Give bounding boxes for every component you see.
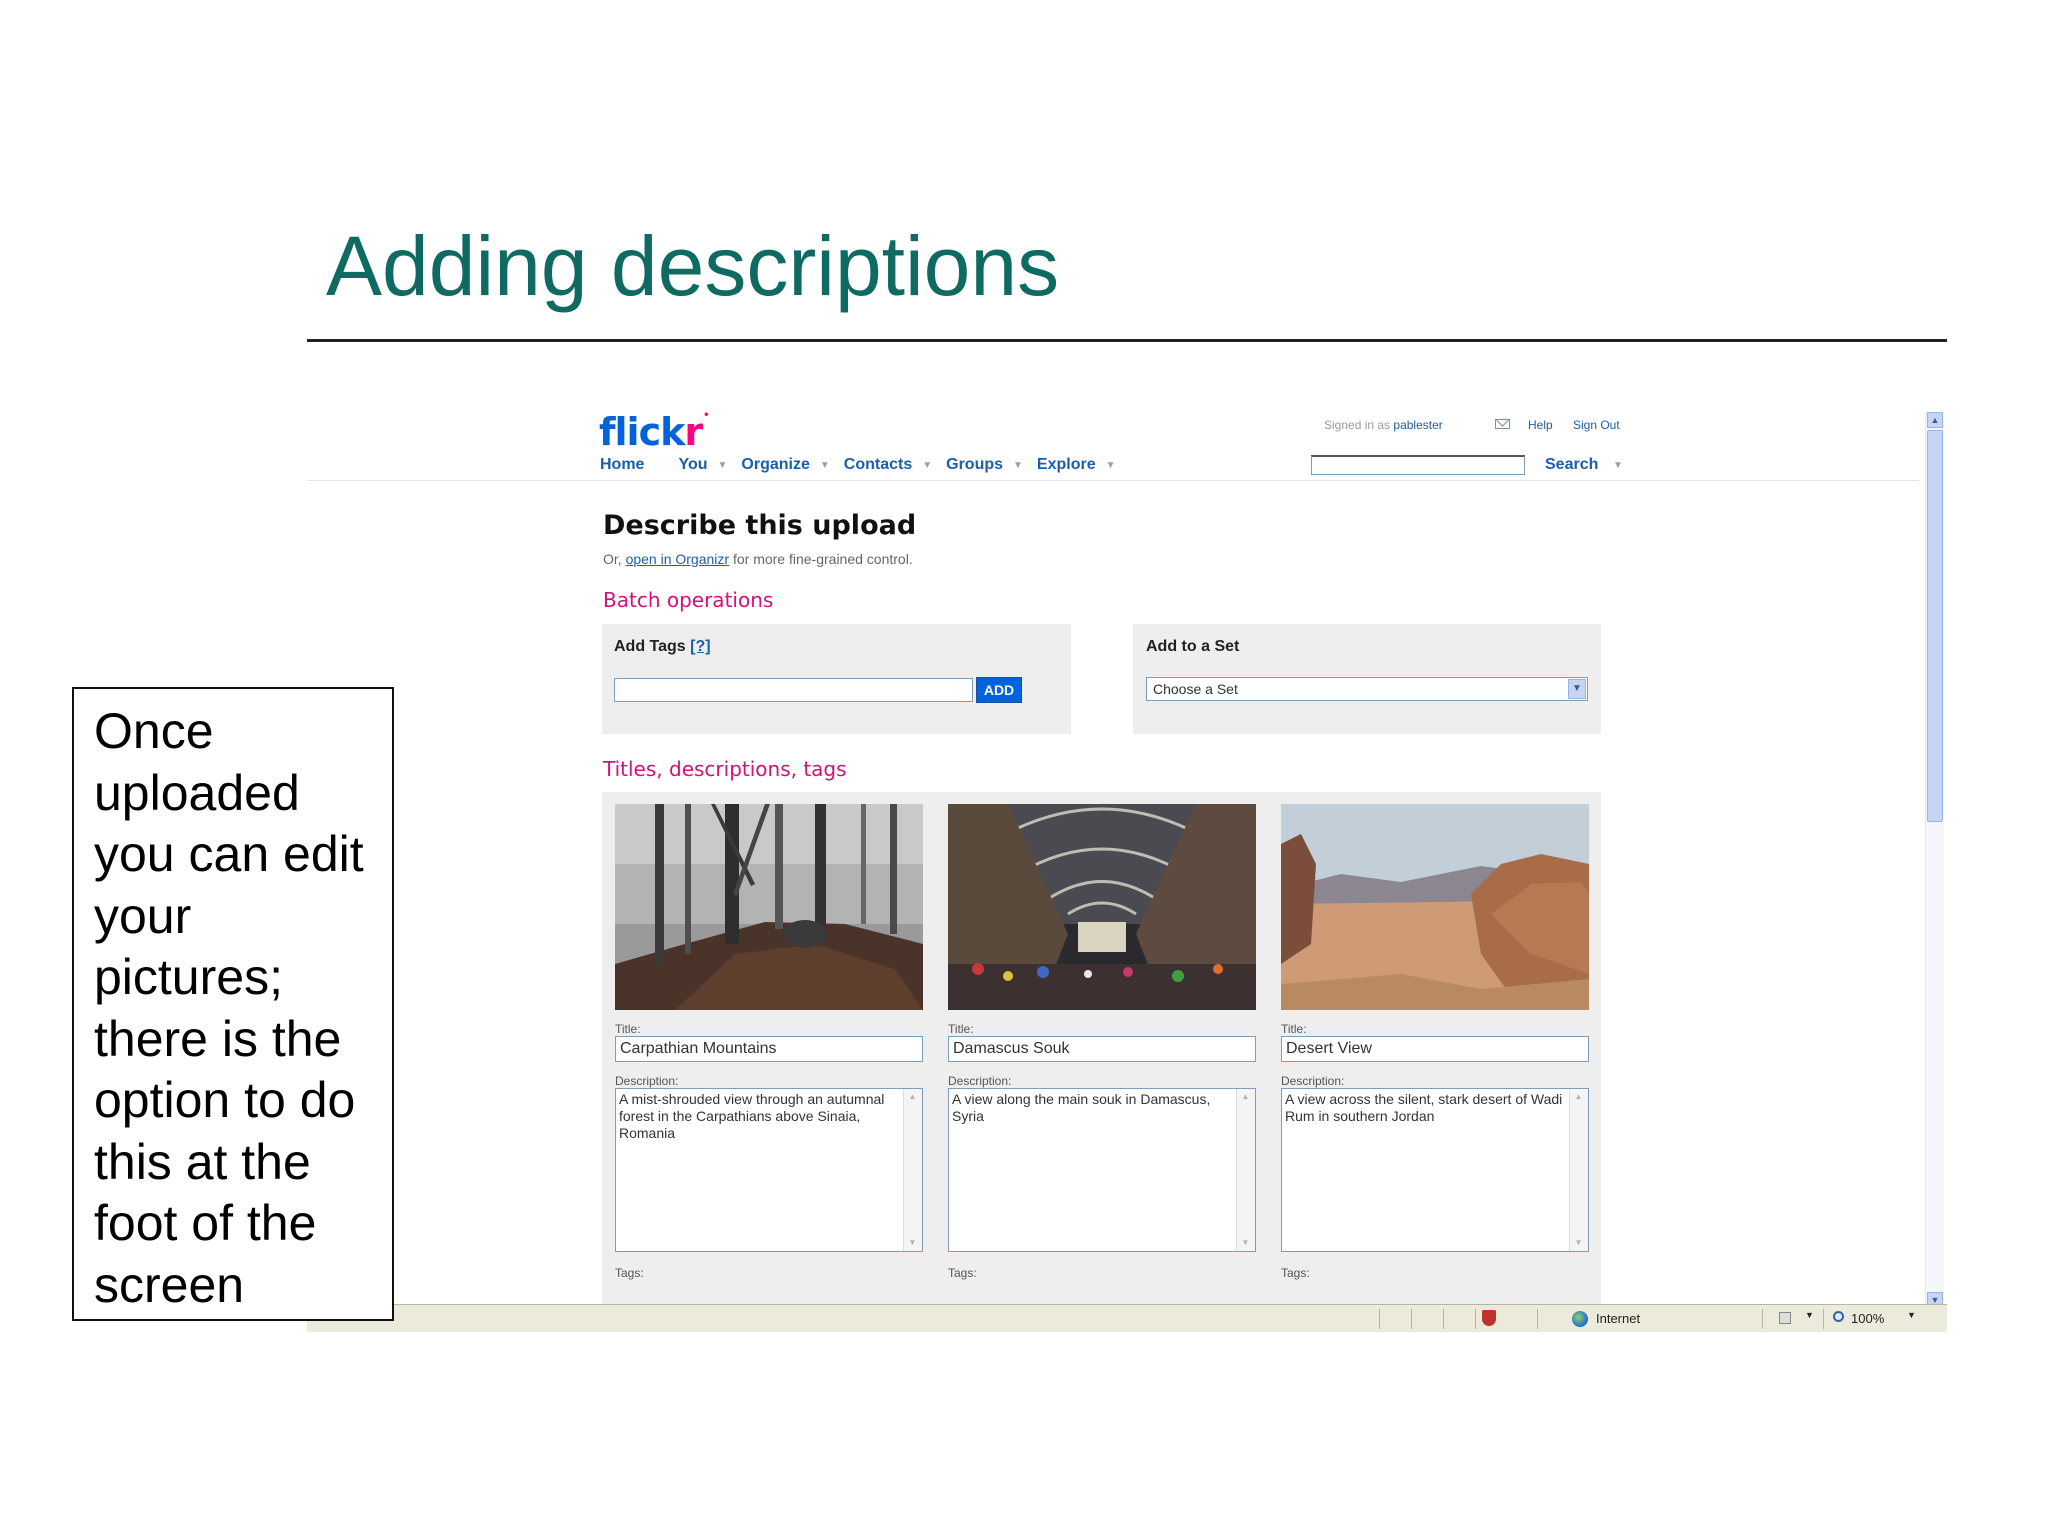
search-button[interactable]: Search [1545, 456, 1598, 474]
chevron-down-icon[interactable]: ▼ [820, 460, 830, 471]
tags-label: Tags: [948, 1266, 977, 1280]
nav-explore[interactable]: Explore ▼ [1037, 456, 1116, 474]
nav-home[interactable]: Home [600, 456, 644, 474]
protected-mode-icon[interactable] [1779, 1312, 1791, 1324]
security-icon[interactable] [1482, 1310, 1496, 1326]
scroll-down-icon[interactable]: ▼ [1239, 1237, 1252, 1249]
zoom-level[interactable]: 100% [1851, 1311, 1884, 1326]
add-to-set-label: Add to a Set [1146, 638, 1240, 655]
flickr-logo[interactable]: flickr• [599, 410, 710, 454]
tags-label: Tags: [1281, 1266, 1310, 1280]
textarea-scrollbar[interactable]: ▲ ▼ [1236, 1089, 1255, 1251]
nav-organize[interactable]: Organize ▼ [741, 456, 829, 474]
scroll-down-icon[interactable]: ▼ [906, 1237, 919, 1249]
scroll-up-icon[interactable]: ▲ [906, 1091, 919, 1103]
title-label: Title: [1281, 1022, 1307, 1036]
page-heading: Describe this upload [603, 510, 917, 541]
description-textarea[interactable]: A mist-shrouded view through an autumnal… [615, 1088, 923, 1252]
chevron-down-icon[interactable]: ▼ [717, 460, 727, 471]
chevron-down-icon[interactable]: ▼ [1805, 1310, 1814, 1320]
description-label: Description: [1281, 1074, 1345, 1088]
photo-card: Title: Damascus Souk Description: A view… [948, 804, 1256, 1280]
description-label: Description: [615, 1074, 679, 1088]
chevron-down-icon[interactable]: ▼ [1568, 679, 1586, 699]
description-textarea[interactable]: A view along the main souk in Damascus, … [948, 1088, 1256, 1252]
scroll-down-icon[interactable]: ▼ [1572, 1237, 1585, 1249]
batch-heading: Batch operations [603, 588, 774, 612]
scroll-up-icon[interactable]: ▲ [1572, 1091, 1585, 1103]
header-divider [307, 480, 1919, 481]
browser-screenshot: flickr• Home You ▼ Organize ▼ Contacts ▼ Gr… [307, 380, 1947, 1332]
page-scrollbar[interactable]: ▲ ▼ [1925, 412, 1944, 1308]
title-label: Title: [948, 1022, 974, 1036]
chevron-down-icon[interactable]: ▼ [1106, 460, 1116, 471]
help-link[interactable]: Help [1528, 418, 1553, 432]
textarea-scrollbar[interactable]: ▲ ▼ [903, 1089, 922, 1251]
title-divider [307, 339, 1947, 342]
title-input[interactable]: Damascus Souk [948, 1036, 1256, 1062]
main-nav: Home You ▼ Organize ▼ Contacts ▼ Groups ▼ Ex… [600, 456, 1130, 474]
signed-in-status: Signed in as pablester [1324, 418, 1443, 432]
title-label: Title: [615, 1022, 641, 1036]
scroll-up-icon[interactable]: ▲ [1927, 412, 1943, 428]
slide-title: Adding descriptions [326, 219, 1060, 313]
title-input[interactable]: Carpathian Mountains [615, 1036, 923, 1062]
photo-thumbnail[interactable] [615, 804, 923, 1010]
sign-out-link[interactable]: Sign Out [1573, 418, 1620, 432]
photo-thumbnail[interactable] [948, 804, 1256, 1010]
callout-box: Once uploaded you can edit your pictures… [72, 687, 394, 1321]
set-select[interactable]: Choose a Set ▼ [1146, 677, 1588, 701]
nav-groups[interactable]: Groups ▼ [946, 456, 1023, 474]
add-tags-panel: Add Tags [?] ADD [602, 624, 1071, 734]
organizr-hint: Or, open in Organizr for more fine-grain… [603, 551, 913, 567]
nav-you[interactable]: You ▼ [678, 456, 727, 474]
titles-heading: Titles, descriptions, tags [603, 757, 847, 781]
add-tags-button[interactable]: ADD [976, 677, 1022, 703]
security-zone: Internet [1596, 1311, 1641, 1326]
photo-card: Title: Carpathian Mountains Description:… [615, 804, 923, 1280]
description-textarea[interactable]: A view across the silent, stark desert o… [1281, 1088, 1589, 1252]
title-input[interactable]: Desert View [1281, 1036, 1589, 1062]
description-label: Description: [948, 1074, 1012, 1088]
chevron-down-icon[interactable]: ▼ [922, 460, 932, 471]
photo-thumbnail[interactable] [1281, 804, 1589, 1010]
organizr-link[interactable]: open in Organizr [626, 551, 730, 567]
tags-help-link[interactable]: [?] [690, 638, 710, 655]
add-tags-label: Add Tags [?] [614, 638, 711, 655]
chevron-down-icon[interactable]: ▼ [1907, 1310, 1916, 1320]
batch-tags-input[interactable] [614, 678, 973, 702]
chevron-down-icon[interactable]: ▼ [1013, 460, 1023, 471]
textarea-scrollbar[interactable]: ▲ ▼ [1569, 1089, 1588, 1251]
photo-card: Title: Desert View Description: A view a… [1281, 804, 1589, 1280]
globe-icon [1572, 1311, 1588, 1327]
chevron-down-icon[interactable]: ▼ [1613, 460, 1623, 471]
add-to-set-panel: Add to a Set Choose a Set ▼ [1133, 624, 1601, 734]
nav-contacts[interactable]: Contacts ▼ [844, 456, 932, 474]
mail-icon[interactable] [1495, 419, 1510, 429]
scroll-up-icon[interactable]: ▲ [1239, 1091, 1252, 1103]
username-link[interactable]: pablester [1393, 418, 1442, 432]
scrollbar-thumb[interactable] [1927, 430, 1943, 822]
search-input[interactable] [1311, 455, 1525, 475]
tags-label: Tags: [615, 1266, 644, 1280]
callout-text: Once uploaded you can edit your pictures… [94, 703, 364, 1313]
browser-status-bar: Internet ▼ 100% ▼ [307, 1304, 1947, 1332]
zoom-icon[interactable] [1833, 1311, 1844, 1322]
